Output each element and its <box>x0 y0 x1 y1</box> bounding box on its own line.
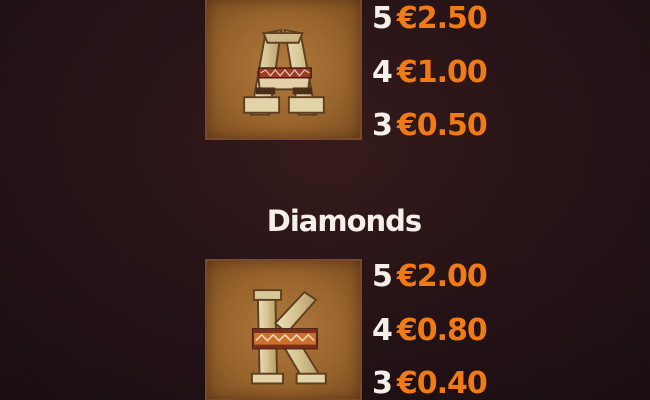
payout-value: €0.40 <box>396 366 488 400</box>
symbol-a-tile <box>205 0 362 140</box>
payout-row: 5 €2.50 <box>372 0 488 39</box>
payout-row: 3 €0.50 <box>372 106 488 146</box>
payout-value: €0.80 <box>396 313 488 348</box>
payout-row: 4 €1.00 <box>372 53 488 93</box>
payout-row: 3 €0.40 <box>372 364 488 400</box>
tribal-letter-a-icon <box>243 28 325 116</box>
symbol-count: 4 <box>372 313 393 348</box>
payout-value: €2.00 <box>396 259 488 294</box>
payout-value: €1.00 <box>396 55 488 90</box>
symbol-count: 4 <box>372 55 393 90</box>
symbol-k-tile <box>205 259 362 400</box>
payout-value: €0.50 <box>396 108 488 143</box>
payout-row: 4 €0.80 <box>372 311 488 351</box>
symbol-count: 5 <box>372 259 393 294</box>
payout-row: 5 €2.00 <box>372 257 488 297</box>
payout-value: €2.50 <box>396 1 488 36</box>
symbol-count: 3 <box>372 108 393 143</box>
symbol-count: 5 <box>372 1 393 36</box>
tribal-letter-k-icon <box>250 289 327 385</box>
symbol-section-title: Diamonds <box>266 204 422 238</box>
symbol-count: 3 <box>372 366 393 400</box>
